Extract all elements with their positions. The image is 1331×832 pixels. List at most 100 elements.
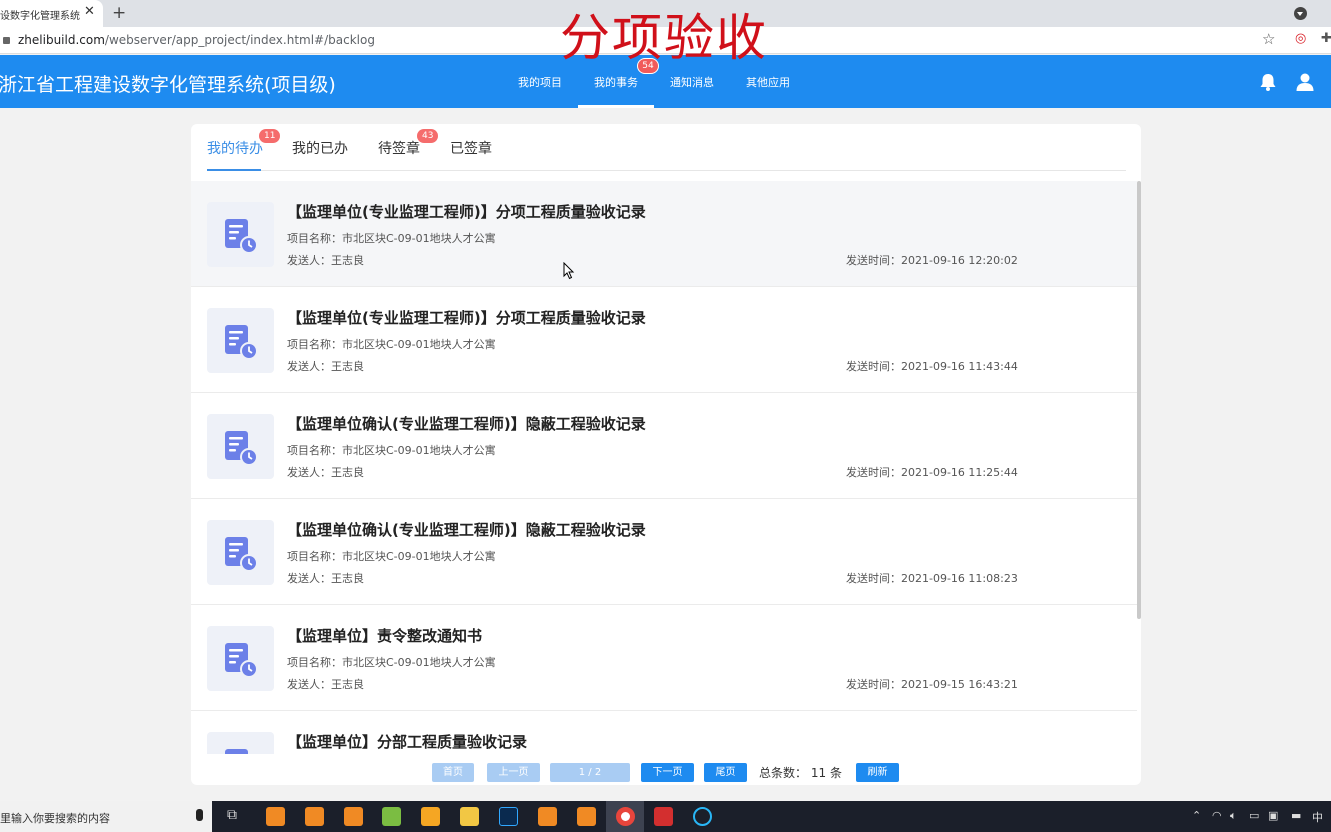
taskbar: 里输入你要搜索的内容 ⧉ ⌃ ◠ 🔈︎ ▭ ▣ ▬ 中: [0, 801, 1331, 832]
tray-app-icon[interactable]: ▣: [1268, 809, 1278, 822]
document-clock-icon: [207, 626, 274, 691]
document-clock-icon: [207, 520, 274, 585]
keyboard-icon[interactable]: ▬: [1291, 809, 1301, 822]
chevron-up-icon[interactable]: ⌃: [1192, 809, 1201, 822]
app-icon[interactable]: [421, 807, 440, 826]
tab-divider: [207, 170, 1126, 171]
page-indicator: 1 / 2: [550, 763, 630, 782]
browser-tab[interactable]: 设数字化管理系统 ✕: [0, 0, 103, 27]
app-icon[interactable]: [577, 807, 596, 826]
item-title[interactable]: 【监理单位确认(专业监理工程师)】隐蔽工程验收记录: [287, 413, 646, 434]
chrome-icon[interactable]: [616, 807, 635, 826]
battery-icon[interactable]: ▭: [1249, 809, 1259, 822]
app-icon[interactable]: [344, 807, 363, 826]
document-clock-icon: [207, 414, 274, 479]
total-count: 总条数： 11 条: [759, 764, 842, 781]
item-title[interactable]: 【监理单位(专业监理工程师)】分项工程质量验收记录: [287, 201, 646, 222]
video-caption-overlay: 分项验收: [560, 9, 768, 67]
app-icon[interactable]: [266, 807, 285, 826]
wps-icon[interactable]: [654, 807, 673, 826]
folder-icon[interactable]: [460, 807, 479, 826]
tab-active-indicator: [207, 169, 261, 171]
tab-my-done[interactable]: 我的已办: [292, 138, 348, 158]
item-title[interactable]: 【监理单位】分部工程质量验收记录: [287, 731, 527, 752]
item-send-time: 发送时间：2021-09-16 11:25:44: [846, 466, 1018, 479]
item-sender: 发送人：王志良: [287, 678, 364, 691]
photoshop-icon[interactable]: [499, 807, 518, 826]
item-title[interactable]: 【监理单位(专业监理工程师)】分项工程质量验收记录: [287, 307, 646, 328]
tab-signed[interactable]: 已签章: [450, 138, 492, 158]
task-list: 【监理单位(专业监理工程师)】分项工程质量验收记录项目名称：市北区块C-09-0…: [191, 181, 1137, 754]
network-icon[interactable]: ◠: [1212, 809, 1222, 822]
item-send-time: 发送时间：2021-09-15 16:43:21: [846, 678, 1018, 691]
item-send-time: 发送时间：2021-09-16 12:20:02: [846, 254, 1018, 267]
task-list-item[interactable]: 【监理单位(专业监理工程师)】分项工程质量验收记录项目名称：市北区块C-09-0…: [191, 287, 1137, 393]
nav-my-affairs[interactable]: 我的事务: [594, 74, 638, 90]
system-title: 浙江省工程建设数字化管理系统(项目级): [0, 74, 336, 96]
next-page-button[interactable]: 下一页: [641, 763, 694, 782]
search-app-icon[interactable]: [693, 807, 712, 826]
app-icon[interactable]: [305, 807, 324, 826]
task-list-item[interactable]: 【监理单位】分部工程质量验收记录: [191, 711, 1137, 754]
total-label: 总条数：: [759, 766, 808, 780]
item-project: 项目名称：市北区块C-09-01地块人才公寓: [287, 444, 496, 457]
document-clock-icon: [207, 732, 274, 754]
refresh-button[interactable]: 刷新: [856, 763, 899, 782]
lock-icon: [3, 37, 10, 44]
nav-my-projects[interactable]: 我的项目: [518, 74, 562, 90]
tab-my-pending[interactable]: 我的待办: [207, 138, 263, 158]
last-page-button[interactable]: 尾页: [704, 763, 747, 782]
task-card: 我的待办 11 我的已办 待签章 43 已签章 【监理单位(专业监理工程师)】分…: [191, 124, 1141, 785]
document-clock-icon: [207, 308, 274, 373]
item-title[interactable]: 【监理单位确认(专业监理工程师)】隐蔽工程验收记录: [287, 519, 646, 540]
tab-to-sign[interactable]: 待签章: [378, 138, 420, 158]
total-unit: 条: [829, 766, 842, 780]
mouse-cursor-icon: [563, 262, 575, 280]
item-send-time: 发送时间：2021-09-16 11:08:23: [846, 572, 1018, 585]
to-sign-badge: 43: [417, 129, 439, 143]
taskbar-search-box[interactable]: 里输入你要搜索的内容: [0, 801, 212, 832]
item-sender: 发送人：王志良: [287, 254, 364, 267]
pagination: 首页 上一页 1 / 2 下一页 尾页 总条数： 11 条 刷新: [191, 762, 1141, 784]
bookmark-star-icon[interactable]: ☆: [1262, 30, 1275, 48]
nav-active-indicator: [578, 105, 654, 108]
browser-tab-title: 设数字化管理系统: [0, 11, 80, 22]
url-host: zhelibuild.com: [18, 33, 105, 47]
nav-other-apps[interactable]: 其他应用: [746, 74, 790, 90]
ime-indicator[interactable]: 中: [1312, 809, 1323, 825]
list-scrollbar[interactable]: [1137, 181, 1141, 619]
task-list-item[interactable]: 【监理单位确认(专业监理工程师)】隐蔽工程验收记录项目名称：市北区块C-09-0…: [191, 393, 1137, 499]
first-page-button[interactable]: 首页: [432, 763, 474, 782]
taskbar-search-placeholder: 里输入你要搜索的内容: [0, 812, 110, 825]
user-icon[interactable]: [1295, 72, 1315, 92]
tab-search-icon[interactable]: [1294, 7, 1307, 20]
total-value: 11: [810, 766, 827, 780]
pending-badge: 11: [259, 129, 281, 143]
volume-icon[interactable]: 🔈︎: [1230, 809, 1237, 823]
item-title[interactable]: 【监理单位】责令整改通知书: [287, 625, 482, 646]
item-project: 项目名称：市北区块C-09-01地块人才公寓: [287, 550, 496, 563]
url-path: /webserver/app_project/index.html#/backl…: [104, 33, 375, 47]
task-view-icon[interactable]: ⧉: [227, 807, 237, 823]
task-list-item[interactable]: 【监理单位确认(专业监理工程师)】隐蔽工程验收记录项目名称：市北区块C-09-0…: [191, 499, 1137, 605]
task-list-item[interactable]: 【监理单位】责令整改通知书 项目名称：市北区块C-09-01地块人才公寓 发送人：王…: [191, 605, 1137, 711]
app-icon[interactable]: [538, 807, 557, 826]
item-sender: 发送人：王志良: [287, 572, 364, 585]
extension-icon[interactable]: ◎: [1295, 31, 1306, 46]
close-icon[interactable]: ✕: [84, 4, 95, 19]
item-project: 项目名称：市北区块C-09-01地块人才公寓: [287, 338, 496, 351]
prev-page-button[interactable]: 上一页: [487, 763, 540, 782]
puzzle-icon[interactable]: ✚: [1321, 31, 1331, 46]
item-project: 项目名称：市北区块C-09-01地块人才公寓: [287, 232, 496, 245]
url-text[interactable]: zhelibuild.com/webserver/app_project/ind…: [18, 33, 375, 47]
item-sender: 发送人：王志良: [287, 466, 364, 479]
nav-notifications[interactable]: 通知消息: [670, 74, 714, 90]
microphone-icon[interactable]: [196, 809, 203, 821]
task-list-item[interactable]: 【监理单位(专业监理工程师)】分项工程质量验收记录项目名称：市北区块C-09-0…: [191, 181, 1137, 287]
notepad-icon[interactable]: [382, 807, 401, 826]
new-tab-button[interactable]: +: [112, 3, 126, 23]
bell-icon[interactable]: [1258, 72, 1278, 92]
document-clock-icon: [207, 202, 274, 267]
item-sender: 发送人：王志良: [287, 360, 364, 373]
item-send-time: 发送时间：2021-09-16 11:43:44: [846, 360, 1018, 373]
